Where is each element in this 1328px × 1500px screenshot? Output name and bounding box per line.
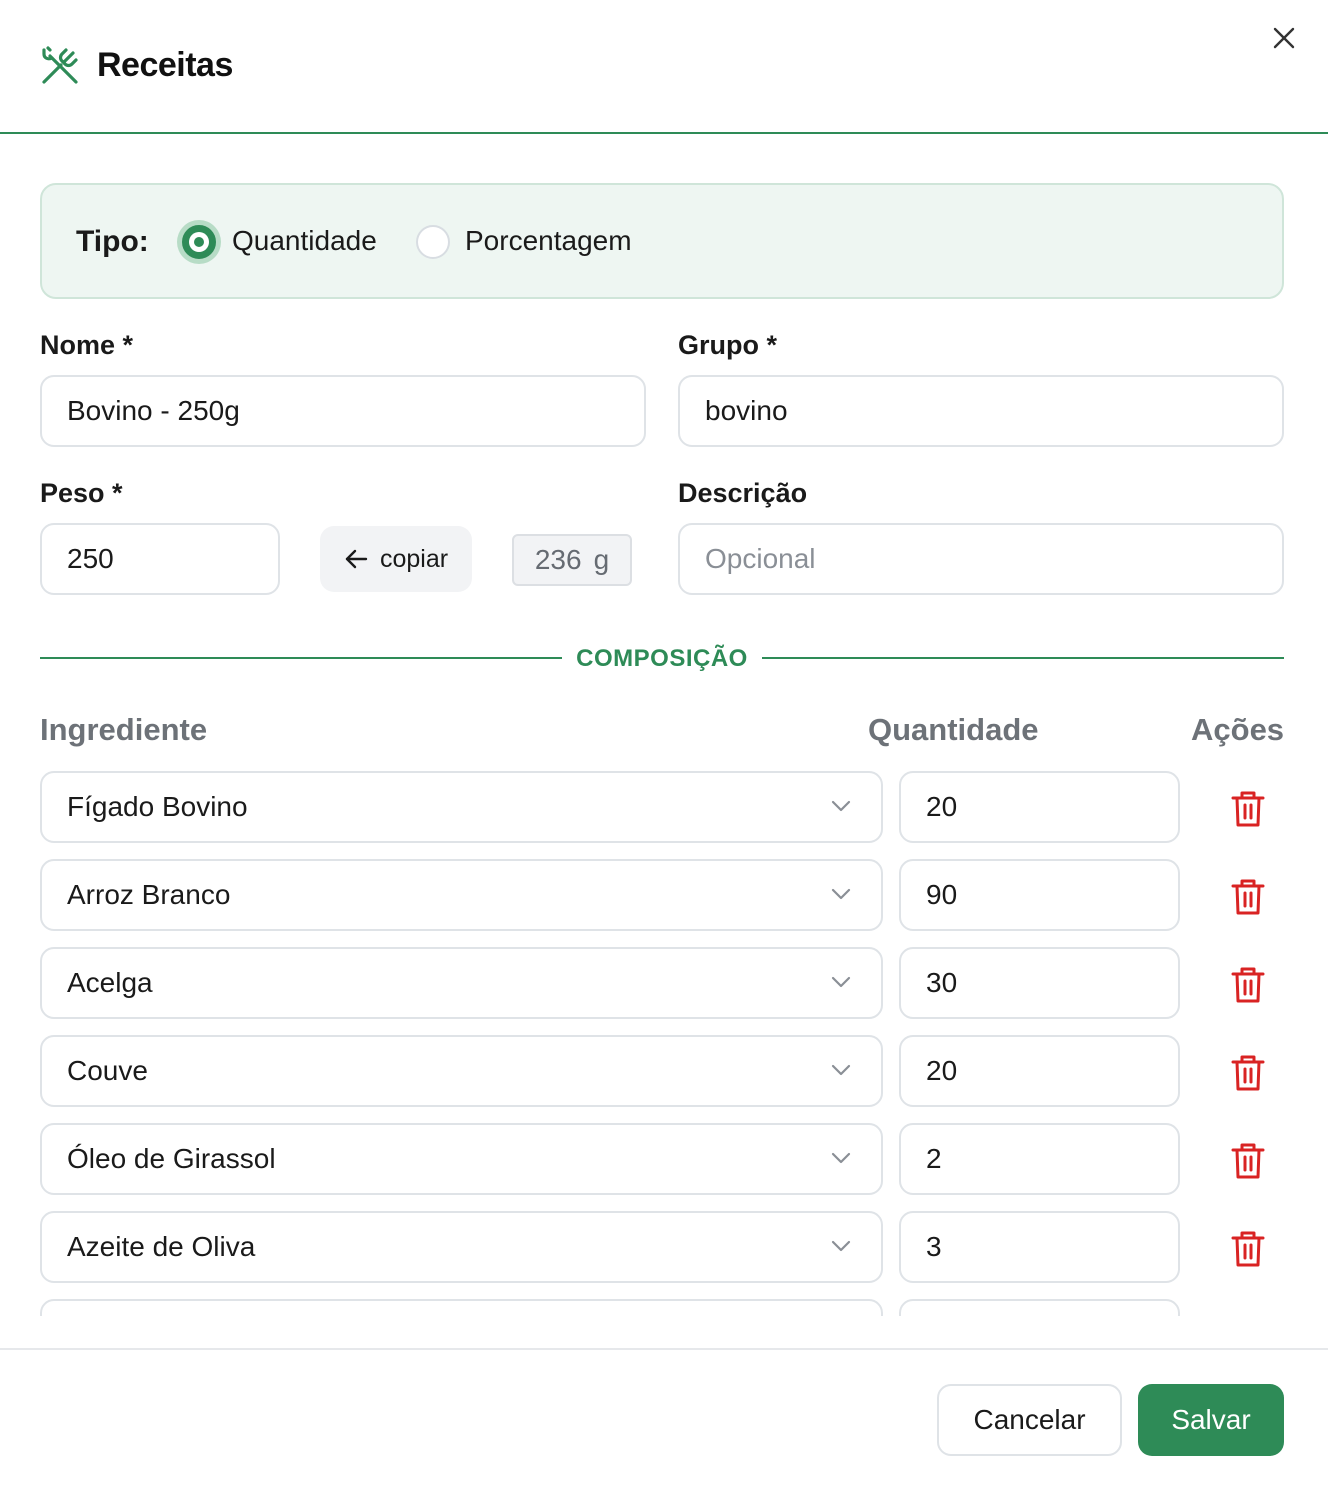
dialog-title: Receitas: [97, 46, 233, 84]
quantity-value: 90: [926, 879, 958, 910]
grupo-input[interactable]: bovino: [678, 375, 1284, 447]
quantity-input[interactable]: 20: [899, 771, 1180, 843]
ingredient-row: Arroz Branco 90: [0, 859, 1328, 931]
descricao-label: Descrição: [678, 478, 808, 508]
chevron-down-icon: [831, 1240, 851, 1252]
chevron-down-icon: [831, 800, 851, 812]
save-button[interactable]: Salvar: [1138, 1384, 1284, 1456]
radio-quantidade[interactable]: [182, 225, 216, 259]
computed-weight-value: 236: [534, 544, 582, 575]
close-button[interactable]: [1268, 22, 1300, 54]
copy-weight-button[interactable]: copiar: [320, 526, 472, 592]
ingredient-name: Azeite de Oliva: [67, 1231, 256, 1262]
chevron-down-icon: [831, 976, 851, 988]
utensils-crossed-icon: [42, 46, 78, 84]
radio-quantidade-label[interactable]: Quantidade: [232, 225, 377, 257]
trash-icon[interactable]: [1228, 1141, 1268, 1181]
quantity-input[interactable]: 2: [899, 1123, 1180, 1195]
radio-porcentagem[interactable]: [416, 225, 450, 259]
close-icon: [1273, 27, 1295, 49]
ingredient-name: Couve: [67, 1055, 148, 1086]
ingredient-select[interactable]: [40, 1299, 883, 1316]
ingredient-select[interactable]: Azeite de Oliva: [40, 1211, 883, 1283]
cancel-button[interactable]: Cancelar: [937, 1384, 1122, 1456]
trash-icon[interactable]: [1228, 877, 1268, 917]
composicao-title: COMPOSIÇÃO: [576, 645, 748, 672]
descricao-placeholder: Opcional: [705, 543, 816, 574]
computed-weight: 236 g: [512, 534, 632, 586]
ingredient-list: Fígado Bovino 20 Arroz Branco 90 Acelga …: [0, 766, 1328, 1316]
radio-porcentagem-label[interactable]: Porcentagem: [465, 225, 632, 257]
nome-value: Bovino - 250g: [67, 395, 240, 426]
quantity-value: 20: [926, 1055, 958, 1086]
ingredient-row: Azeite de Oliva 3: [0, 1211, 1328, 1283]
tipo-label: Tipo:: [76, 225, 149, 258]
quantity-input[interactable]: 90: [899, 859, 1180, 931]
peso-value: 250: [67, 543, 114, 574]
computed-weight-unit: g: [593, 544, 610, 575]
quantity-input[interactable]: 20: [899, 1035, 1180, 1107]
divider-right: [762, 657, 1284, 659]
column-header-acoes: Ações: [1191, 712, 1285, 747]
ingredient-select[interactable]: Acelga: [40, 947, 883, 1019]
ingredient-row: Couve 20: [0, 1035, 1328, 1107]
divider-left: [40, 657, 562, 659]
column-header-quantidade: Quantidade: [868, 712, 1039, 747]
ingredient-name: Óleo de Girassol: [67, 1143, 276, 1174]
quantity-input[interactable]: 3: [899, 1211, 1180, 1283]
quantity-value: 2: [926, 1143, 942, 1174]
quantity-value: 30: [926, 967, 958, 998]
dialog-header: Receitas: [0, 0, 1328, 134]
arrow-left-icon: [345, 549, 368, 569]
chevron-down-icon: [831, 1152, 851, 1164]
ingredient-select[interactable]: Arroz Branco: [40, 859, 883, 931]
ingredient-row: Óleo de Girassol 2: [0, 1123, 1328, 1195]
peso-input[interactable]: 250: [40, 523, 280, 595]
dialog-footer: Cancelar Salvar: [0, 1348, 1328, 1500]
grupo-value: bovino: [705, 395, 788, 426]
quantity-value: 3: [926, 1231, 942, 1262]
quantity-input[interactable]: 30: [899, 947, 1180, 1019]
nome-input[interactable]: Bovino - 250g: [40, 375, 646, 447]
column-header-ingrediente: Ingrediente: [40, 712, 208, 747]
chevron-down-icon: [831, 888, 851, 900]
grupo-label: Grupo *: [678, 330, 777, 360]
peso-label: Peso *: [40, 478, 123, 508]
ingredient-select[interactable]: Óleo de Girassol: [40, 1123, 883, 1195]
nome-label: Nome *: [40, 330, 134, 360]
chevron-down-icon: [831, 1064, 851, 1076]
trash-icon[interactable]: [1228, 1229, 1268, 1269]
ingredient-row: Acelga 30: [0, 947, 1328, 1019]
quantity-value: 20: [926, 791, 958, 822]
trash-icon[interactable]: [1228, 1053, 1268, 1093]
trash-icon[interactable]: [1228, 789, 1268, 829]
quantity-input[interactable]: [899, 1299, 1180, 1316]
ingredient-name: Acelga: [67, 967, 153, 998]
tipo-selector: Tipo: Quantidade Porcentagem: [40, 183, 1284, 299]
ingredient-row: [0, 1299, 1328, 1316]
ingredient-name: Arroz Branco: [67, 879, 231, 910]
trash-icon[interactable]: [1228, 965, 1268, 1005]
ingredient-row: Fígado Bovino 20: [0, 771, 1328, 843]
ingredient-name: Fígado Bovino: [67, 791, 248, 822]
copy-button-label: copiar: [379, 544, 449, 573]
ingredient-select[interactable]: Couve: [40, 1035, 883, 1107]
ingredient-select[interactable]: Fígado Bovino: [40, 771, 883, 843]
descricao-input[interactable]: Opcional: [678, 523, 1284, 595]
